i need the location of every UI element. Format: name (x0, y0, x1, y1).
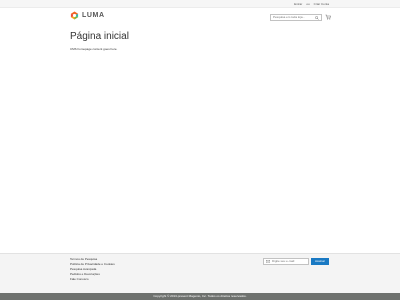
newsletter-email-input[interactable] (270, 259, 306, 264)
footer-link-search-terms[interactable]: Termos de Pesquisa (70, 257, 115, 261)
account-links: Entrar ou Criar Conta (294, 1, 329, 7)
footer-link-advanced-search[interactable]: Pesquisa Avançada (70, 267, 115, 271)
page-header: LUMA (0, 8, 400, 26)
logo[interactable]: LUMA (70, 11, 105, 20)
page-title: Página inicial (70, 31, 129, 42)
search-box[interactable] (270, 14, 322, 21)
subscribe-button[interactable]: Assinar (311, 258, 330, 265)
copyright: Copyright © 2013-present Magento, Inc. T… (0, 293, 400, 300)
footer-link-privacy[interactable]: Política de Privacidade e Cookies (70, 262, 115, 266)
or-separator: ou (306, 2, 310, 6)
newsletter-form: Assinar (263, 258, 330, 265)
footer-link-contact[interactable]: Fale Conosco (70, 277, 115, 281)
logo-text: LUMA (82, 12, 105, 19)
page-content: CMS homepage content goes here. (70, 47, 118, 51)
search-icon[interactable] (315, 16, 319, 20)
newsletter-field[interactable] (263, 258, 309, 265)
footer-links: Termos de Pesquisa Política de Privacida… (70, 257, 115, 281)
search-input[interactable] (271, 15, 315, 20)
page-footer: Termos de Pesquisa Política de Privacida… (0, 253, 400, 293)
panel-header: Entrar ou Criar Conta (0, 0, 400, 8)
footer-link-orders-returns[interactable]: Pedidos e Devoluções (70, 272, 115, 276)
cart-icon[interactable] (325, 14, 331, 20)
create-account-link[interactable]: Criar Conta (314, 1, 329, 7)
sign-in-link[interactable]: Entrar (294, 1, 302, 7)
luma-logo-icon (70, 11, 79, 20)
